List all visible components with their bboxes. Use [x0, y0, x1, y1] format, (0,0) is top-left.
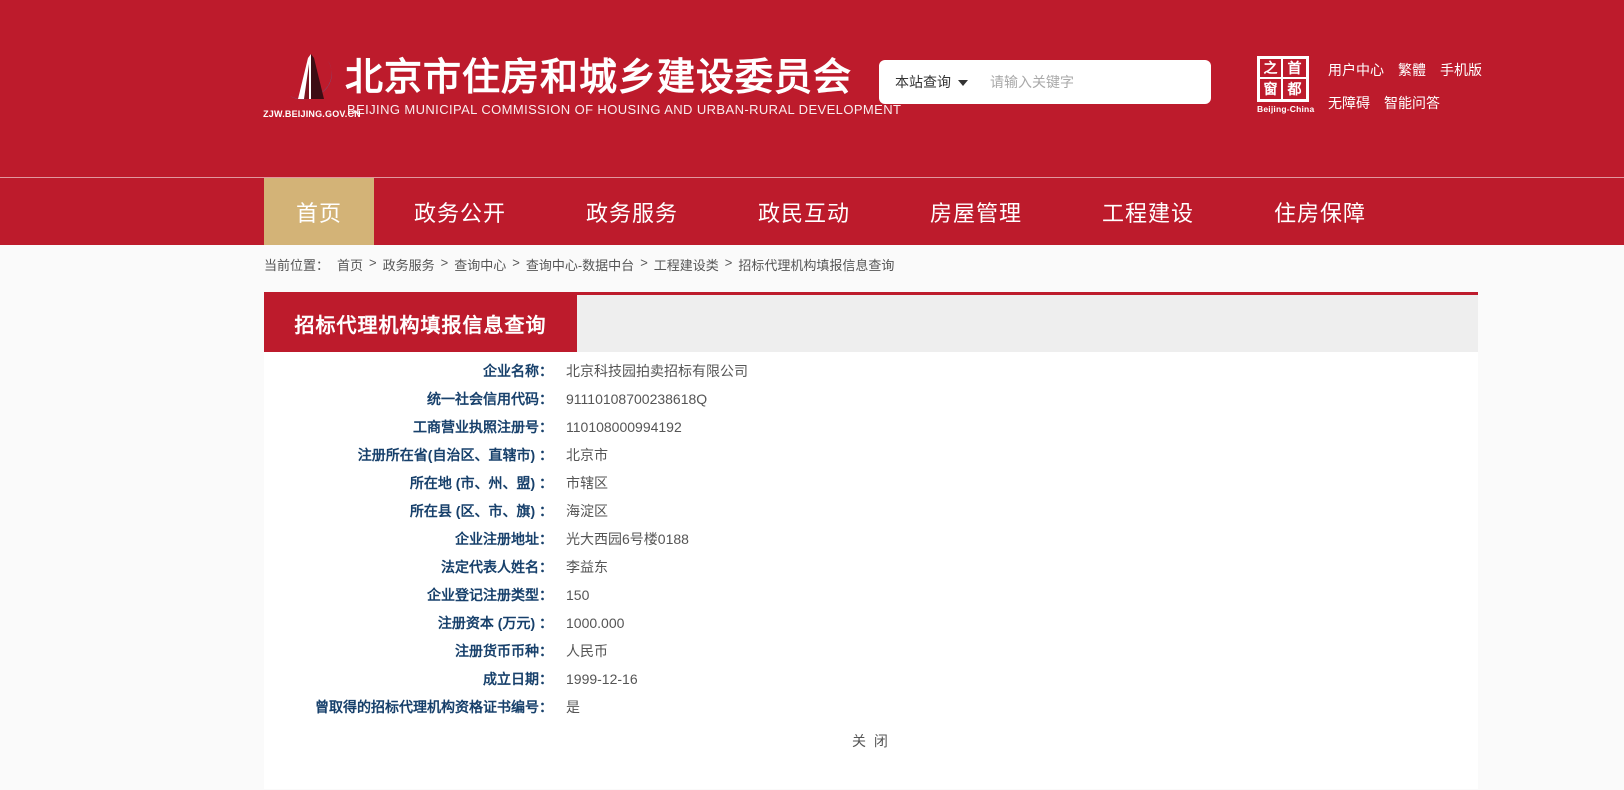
- field-label: 企业注册地址：: [264, 529, 553, 549]
- table-row: 企业名称： 北京科技园拍卖招标有限公司: [264, 357, 1478, 385]
- quick-links-row1: 用户中心 繁體 手机版: [1328, 60, 1482, 80]
- breadcrumb-prefix: 当前位置：: [264, 255, 329, 274]
- breadcrumb-current: 招标代理机构填报信息查询: [738, 255, 894, 274]
- link-accessibility[interactable]: 无障碍: [1328, 93, 1370, 113]
- field-label: 所在地 (市、州、盟) ：: [264, 473, 553, 493]
- breadcrumb-separator: >: [640, 255, 648, 270]
- table-row: 所在地 (市、州、盟) ： 市辖区: [264, 469, 1478, 497]
- field-label: 企业登记注册类型：: [264, 585, 553, 605]
- section-title-bar: 招标代理机构填报信息查询: [264, 292, 1478, 352]
- field-value: 91110108700238618Q: [566, 391, 707, 407]
- field-value: 市辖区: [566, 473, 608, 493]
- link-smart-qa[interactable]: 智能问答: [1384, 93, 1440, 113]
- chevron-down-icon: [958, 80, 968, 86]
- link-traditional-chinese[interactable]: 繁體: [1398, 60, 1426, 80]
- cw-char: 首: [1283, 59, 1306, 79]
- capital-window-logo[interactable]: 之 首 窗 都 Beijing-China: [1257, 56, 1309, 114]
- breadcrumb-gov-service[interactable]: 政务服务: [383, 255, 435, 274]
- field-value: 北京市: [566, 445, 608, 465]
- site-header: ZJW.BEIJING.GOV.CN 北京市住房和城乡建设委员会 BEIJING…: [0, 0, 1624, 178]
- page-title: 北京市住房和城乡建设委员会: [345, 46, 852, 101]
- field-label: 成立日期：: [264, 669, 553, 689]
- breadcrumb-query-center[interactable]: 查询中心: [454, 255, 506, 274]
- field-label: 曾取得的招标代理机构资格证书编号：: [264, 697, 553, 717]
- section-title-tab: 招标代理机构填报信息查询: [264, 295, 577, 352]
- search-scope-dropdown[interactable]: 本站查询: [895, 72, 968, 92]
- table-row: 统一社会信用代码： 91110108700238618Q: [264, 385, 1478, 413]
- breadcrumb-data-platform[interactable]: 查询中心-数据中台: [526, 255, 634, 274]
- field-value: 1999-12-16: [566, 671, 638, 687]
- commission-logo-icon: [284, 50, 336, 106]
- breadcrumb: 当前位置： 首页 > 政务服务 > 查询中心 > 查询中心-数据中台 > 工程建…: [0, 245, 1624, 279]
- breadcrumb-separator: >: [725, 255, 733, 270]
- breadcrumb-separator: >: [441, 255, 449, 270]
- cw-char: 窗: [1260, 79, 1283, 99]
- breadcrumb-home[interactable]: 首页: [337, 255, 363, 274]
- field-value: 光大西园6号楼0188: [566, 529, 689, 549]
- query-result-panel: 企业名称： 北京科技园拍卖招标有限公司 统一社会信用代码： 9111010870…: [264, 352, 1478, 789]
- field-label: 所在县 (区、市、旗) ：: [264, 501, 553, 521]
- nav-item-gov-open[interactable]: 政务公开: [374, 178, 546, 245]
- table-row: 曾取得的招标代理机构资格证书编号： 是: [264, 693, 1478, 721]
- field-value: 150: [566, 587, 589, 603]
- search-scope-label: 本站查询: [895, 72, 951, 92]
- field-value: 人民币: [566, 641, 608, 661]
- page-subtitle: BEIJING MUNICIPAL COMMISSION OF HOUSING …: [347, 102, 901, 117]
- field-label: 注册所在省(自治区、直辖市) ：: [264, 445, 553, 465]
- capital-window-caption: Beijing-China: [1257, 104, 1309, 114]
- site-search: 本站查询: [879, 60, 1211, 104]
- capital-window-grid-icon: 之 首 窗 都: [1257, 56, 1309, 102]
- field-label: 注册资本 (万元) ：: [264, 613, 553, 633]
- quick-links-row2: 无障碍 智能问答: [1328, 93, 1440, 113]
- table-row: 企业注册地址： 光大西园6号楼0188: [264, 525, 1478, 553]
- table-row: 注册所在省(自治区、直辖市) ： 北京市: [264, 441, 1478, 469]
- table-row: 注册资本 (万元) ： 1000.000: [264, 609, 1478, 637]
- breadcrumb-separator: >: [369, 255, 377, 270]
- field-value: 1000.000: [566, 615, 624, 631]
- field-label: 工商营业执照注册号：: [264, 417, 553, 437]
- field-label: 统一社会信用代码：: [264, 389, 553, 409]
- breadcrumb-construction-type[interactable]: 工程建设类: [654, 255, 719, 274]
- cw-char: 都: [1283, 79, 1306, 99]
- link-mobile-version[interactable]: 手机版: [1440, 60, 1482, 80]
- table-row: 注册货币币种： 人民币: [264, 637, 1478, 665]
- breadcrumb-separator: >: [512, 255, 520, 270]
- field-value: 李益东: [566, 557, 608, 577]
- table-row: 成立日期： 1999-12-16: [264, 665, 1478, 693]
- nav-item-gov-service[interactable]: 政务服务: [546, 178, 718, 245]
- link-user-center[interactable]: 用户中心: [1328, 60, 1384, 80]
- nav-item-housing-security[interactable]: 住房保障: [1234, 178, 1406, 245]
- field-label: 注册货币币种：: [264, 641, 553, 661]
- nav-item-construction[interactable]: 工程建设: [1062, 178, 1234, 245]
- nav-item-interaction[interactable]: 政民互动: [718, 178, 890, 245]
- search-input[interactable]: [990, 74, 1195, 90]
- nav-item-home[interactable]: 首页: [264, 178, 374, 245]
- table-row: 企业登记注册类型： 150: [264, 581, 1478, 609]
- cw-char: 之: [1260, 59, 1283, 79]
- field-value: 是: [566, 697, 580, 717]
- field-value: 110108000994192: [566, 419, 682, 435]
- field-label: 法定代表人姓名：: [264, 557, 553, 577]
- table-row: 所在县 (区、市、旗) ： 海淀区: [264, 497, 1478, 525]
- field-value: 海淀区: [566, 501, 608, 521]
- table-row: 法定代表人姓名： 李益东: [264, 553, 1478, 581]
- field-label: 企业名称：: [264, 361, 553, 381]
- close-button[interactable]: 关 闭: [264, 731, 1478, 751]
- main-nav: 首页 政务公开 政务服务 政民互动 房屋管理 工程建设 住房保障: [0, 178, 1624, 245]
- nav-item-housing-mgmt[interactable]: 房屋管理: [890, 178, 1062, 245]
- field-value: 北京科技园拍卖招标有限公司: [566, 361, 748, 381]
- table-row: 工商营业执照注册号： 110108000994192: [264, 413, 1478, 441]
